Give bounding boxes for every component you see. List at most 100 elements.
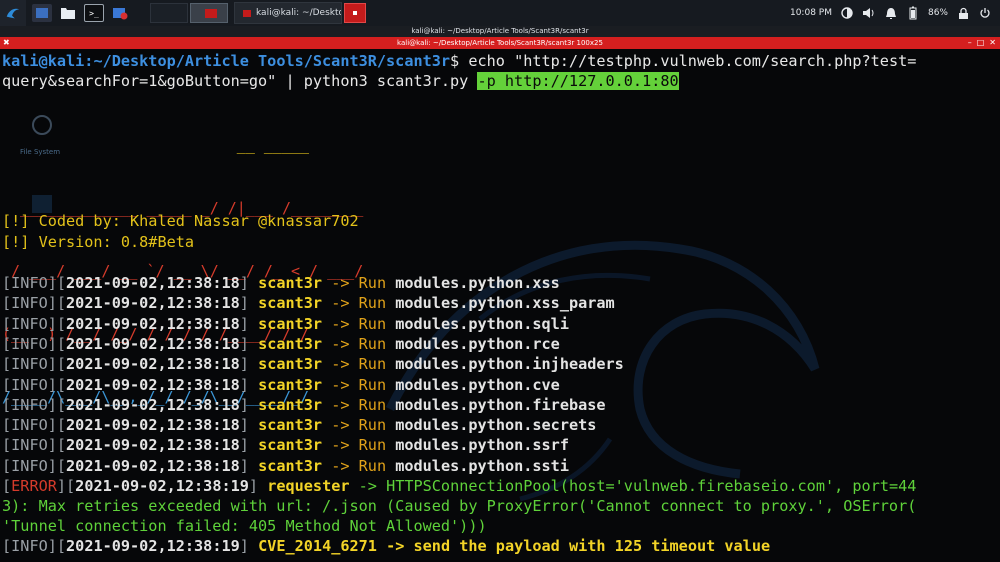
log-line-cve: [INFO][2021-09-02,12:38:19] CVE_2014_627… — [2, 537, 771, 555]
close-icon[interactable]: ✕ — [989, 37, 996, 49]
log-time: 2021-09-02,12:38:18 — [66, 375, 240, 394]
bracket: ][ — [47, 334, 67, 353]
error-line-2: 3): Max retries exceeded with url: /.jso… — [2, 497, 917, 515]
file-manager-icon[interactable] — [58, 4, 78, 22]
bracket: [ — [2, 294, 12, 313]
browser-icon[interactable] — [110, 4, 130, 22]
log-module: modules.python.xss_param — [395, 294, 615, 313]
bracket: ][ — [47, 395, 67, 414]
taskbar-terminal-label: kali@kali: ~/Desktop/Ar... — [256, 8, 341, 18]
workspace-switcher — [150, 3, 228, 23]
log-tag: INFO — [11, 416, 48, 435]
error-line-3: 'Tunnel connection failed: 405 Method No… — [2, 517, 487, 535]
log-time: 2021-09-02,12:38:18 — [66, 355, 240, 374]
log-line: [INFO][2021-09-02,12:38:18] scant3r -> R… — [2, 375, 560, 395]
error-source: requester — [267, 477, 350, 495]
log-source: scant3r — [258, 456, 323, 475]
bracket: [ — [2, 274, 12, 292]
taskbar-terminal-button[interactable]: kali@kali: ~/Desktop/Ar... — [234, 2, 342, 24]
log-tag: INFO — [11, 395, 48, 414]
bracket: ][ — [47, 355, 67, 374]
error-line-1: [ERROR][2021-09-02,12:38:19] requester -… — [2, 477, 917, 495]
bracket: [ — [2, 334, 12, 353]
battery-percent: 86% — [927, 8, 948, 18]
log-time: 2021-09-02,12:38:19 — [66, 537, 240, 555]
log-source: scant3r — [258, 416, 323, 435]
log-source: scant3r — [258, 436, 323, 455]
log-source: scant3r — [258, 314, 323, 333]
log-line: [INFO][2021-09-02,12:38:18] scant3r -> R… — [2, 293, 615, 313]
bracket: ] — [239, 456, 259, 475]
bracket: ][ — [47, 416, 67, 435]
bracket: ] — [239, 395, 259, 414]
command-line-2: query&searchFor=1&goButton=go" | python3… — [2, 71, 679, 91]
log-source: scant3r — [258, 355, 323, 374]
log-time: 2021-09-02,12:38:18 — [66, 294, 240, 313]
lock-icon[interactable] — [956, 6, 970, 20]
power-icon[interactable] — [978, 6, 992, 20]
volume-icon[interactable] — [862, 6, 876, 20]
workspace-1[interactable] — [150, 3, 188, 23]
log-module: modules.python.ssti — [395, 456, 569, 475]
command-line-1: kali@kali:~/Desktop/Article Tools/Scant3… — [2, 51, 916, 71]
window-title-bar[interactable]: kali@kali: ~/Desktop/Article Tools/Scant… — [0, 26, 1000, 37]
show-desktop-icon[interactable] — [32, 4, 52, 22]
log-tag: INFO — [11, 314, 48, 333]
workspace-2[interactable] — [190, 3, 228, 23]
command-highlight: -p http://127.0.0.1:80 — [477, 72, 679, 90]
bracket: ] — [239, 334, 259, 353]
log-arrow: -> Run — [322, 334, 396, 353]
log-source: scant3r — [258, 294, 323, 313]
log-time: 2021-09-02,12:38:18 — [66, 314, 240, 333]
log-message: -> send the payload with 125 timeout val… — [376, 537, 771, 555]
bracket: ][ — [47, 274, 67, 292]
log-time: 2021-09-02,12:38:18 — [66, 334, 240, 353]
window-title: kali@kali: ~/Desktop/Article Tools/Scant… — [411, 27, 589, 35]
display-icon[interactable] — [840, 6, 854, 20]
log-module: modules.python.xss — [395, 274, 560, 292]
maximize-icon[interactable]: □ — [977, 37, 985, 49]
bracket: ] — [239, 416, 259, 435]
bracket: ] — [239, 294, 259, 313]
log-arrow: -> Run — [322, 456, 396, 475]
log-tag: INFO — [11, 537, 48, 555]
log-module: modules.python.injheaders — [395, 355, 624, 374]
bracket: ][ — [47, 294, 67, 313]
error-tag: ERROR — [11, 477, 57, 495]
command-text-1: echo "http://testphp.vulnweb.com/search.… — [459, 52, 917, 70]
terminal-launcher-icon[interactable]: >_ — [84, 4, 104, 22]
bracket: [ — [2, 314, 12, 333]
battery-icon[interactable] — [906, 6, 920, 20]
log-module: modules.python.cve — [395, 375, 560, 394]
log-line: [INFO][2021-09-02,12:38:18] scant3r -> R… — [2, 314, 569, 334]
bracket: ][ — [47, 456, 67, 475]
log-line: [INFO][2021-09-02,12:38:18] scant3r -> R… — [2, 273, 560, 293]
log-arrow: -> Run — [322, 395, 396, 414]
notifications-icon[interactable] — [884, 6, 898, 20]
minimize-icon[interactable]: – — [968, 37, 972, 49]
log-module: modules.python.rce — [395, 334, 560, 353]
prompt-path: :~/Desktop/Article Tools/Scant3R/scant3r — [84, 52, 451, 70]
bracket: ] — [239, 314, 259, 333]
log-arrow: -> Run — [322, 355, 396, 374]
top-panel: >_ kali@kali: ~/Desktop/Ar... 10:08 PM 8… — [0, 0, 1000, 26]
log-line: [INFO][2021-09-02,12:38:18] scant3r -> R… — [2, 395, 606, 415]
log-tag: INFO — [11, 436, 48, 455]
bracket: [ — [2, 375, 12, 394]
bracket: ] — [239, 436, 259, 455]
prompt-user: kali@kali — [2, 52, 85, 70]
log-source: scant3r — [258, 395, 323, 414]
clock[interactable]: 10:08 PM — [790, 8, 832, 18]
log-line: [INFO][2021-09-02,12:38:18] scant3r -> R… — [2, 415, 596, 435]
bracket: ] — [239, 355, 259, 374]
taskbar-second-window-button[interactable] — [344, 3, 366, 23]
log-time: 2021-09-02,12:38:18 — [66, 456, 240, 475]
kali-menu-icon[interactable] — [0, 0, 26, 26]
prompt-symbol: $ — [450, 52, 460, 70]
bracket: [ — [2, 436, 12, 455]
bracket: [ — [2, 416, 12, 435]
log-arrow: -> Run — [322, 416, 396, 435]
terminal-title-bar[interactable]: ✖ kali@kali: ~/Desktop/Article Tools/Sca… — [0, 37, 1000, 49]
terminal-area[interactable]: File System kali@kali:~/Desktop/Article … — [0, 49, 1000, 562]
log-arrow: -> Run — [322, 375, 396, 394]
